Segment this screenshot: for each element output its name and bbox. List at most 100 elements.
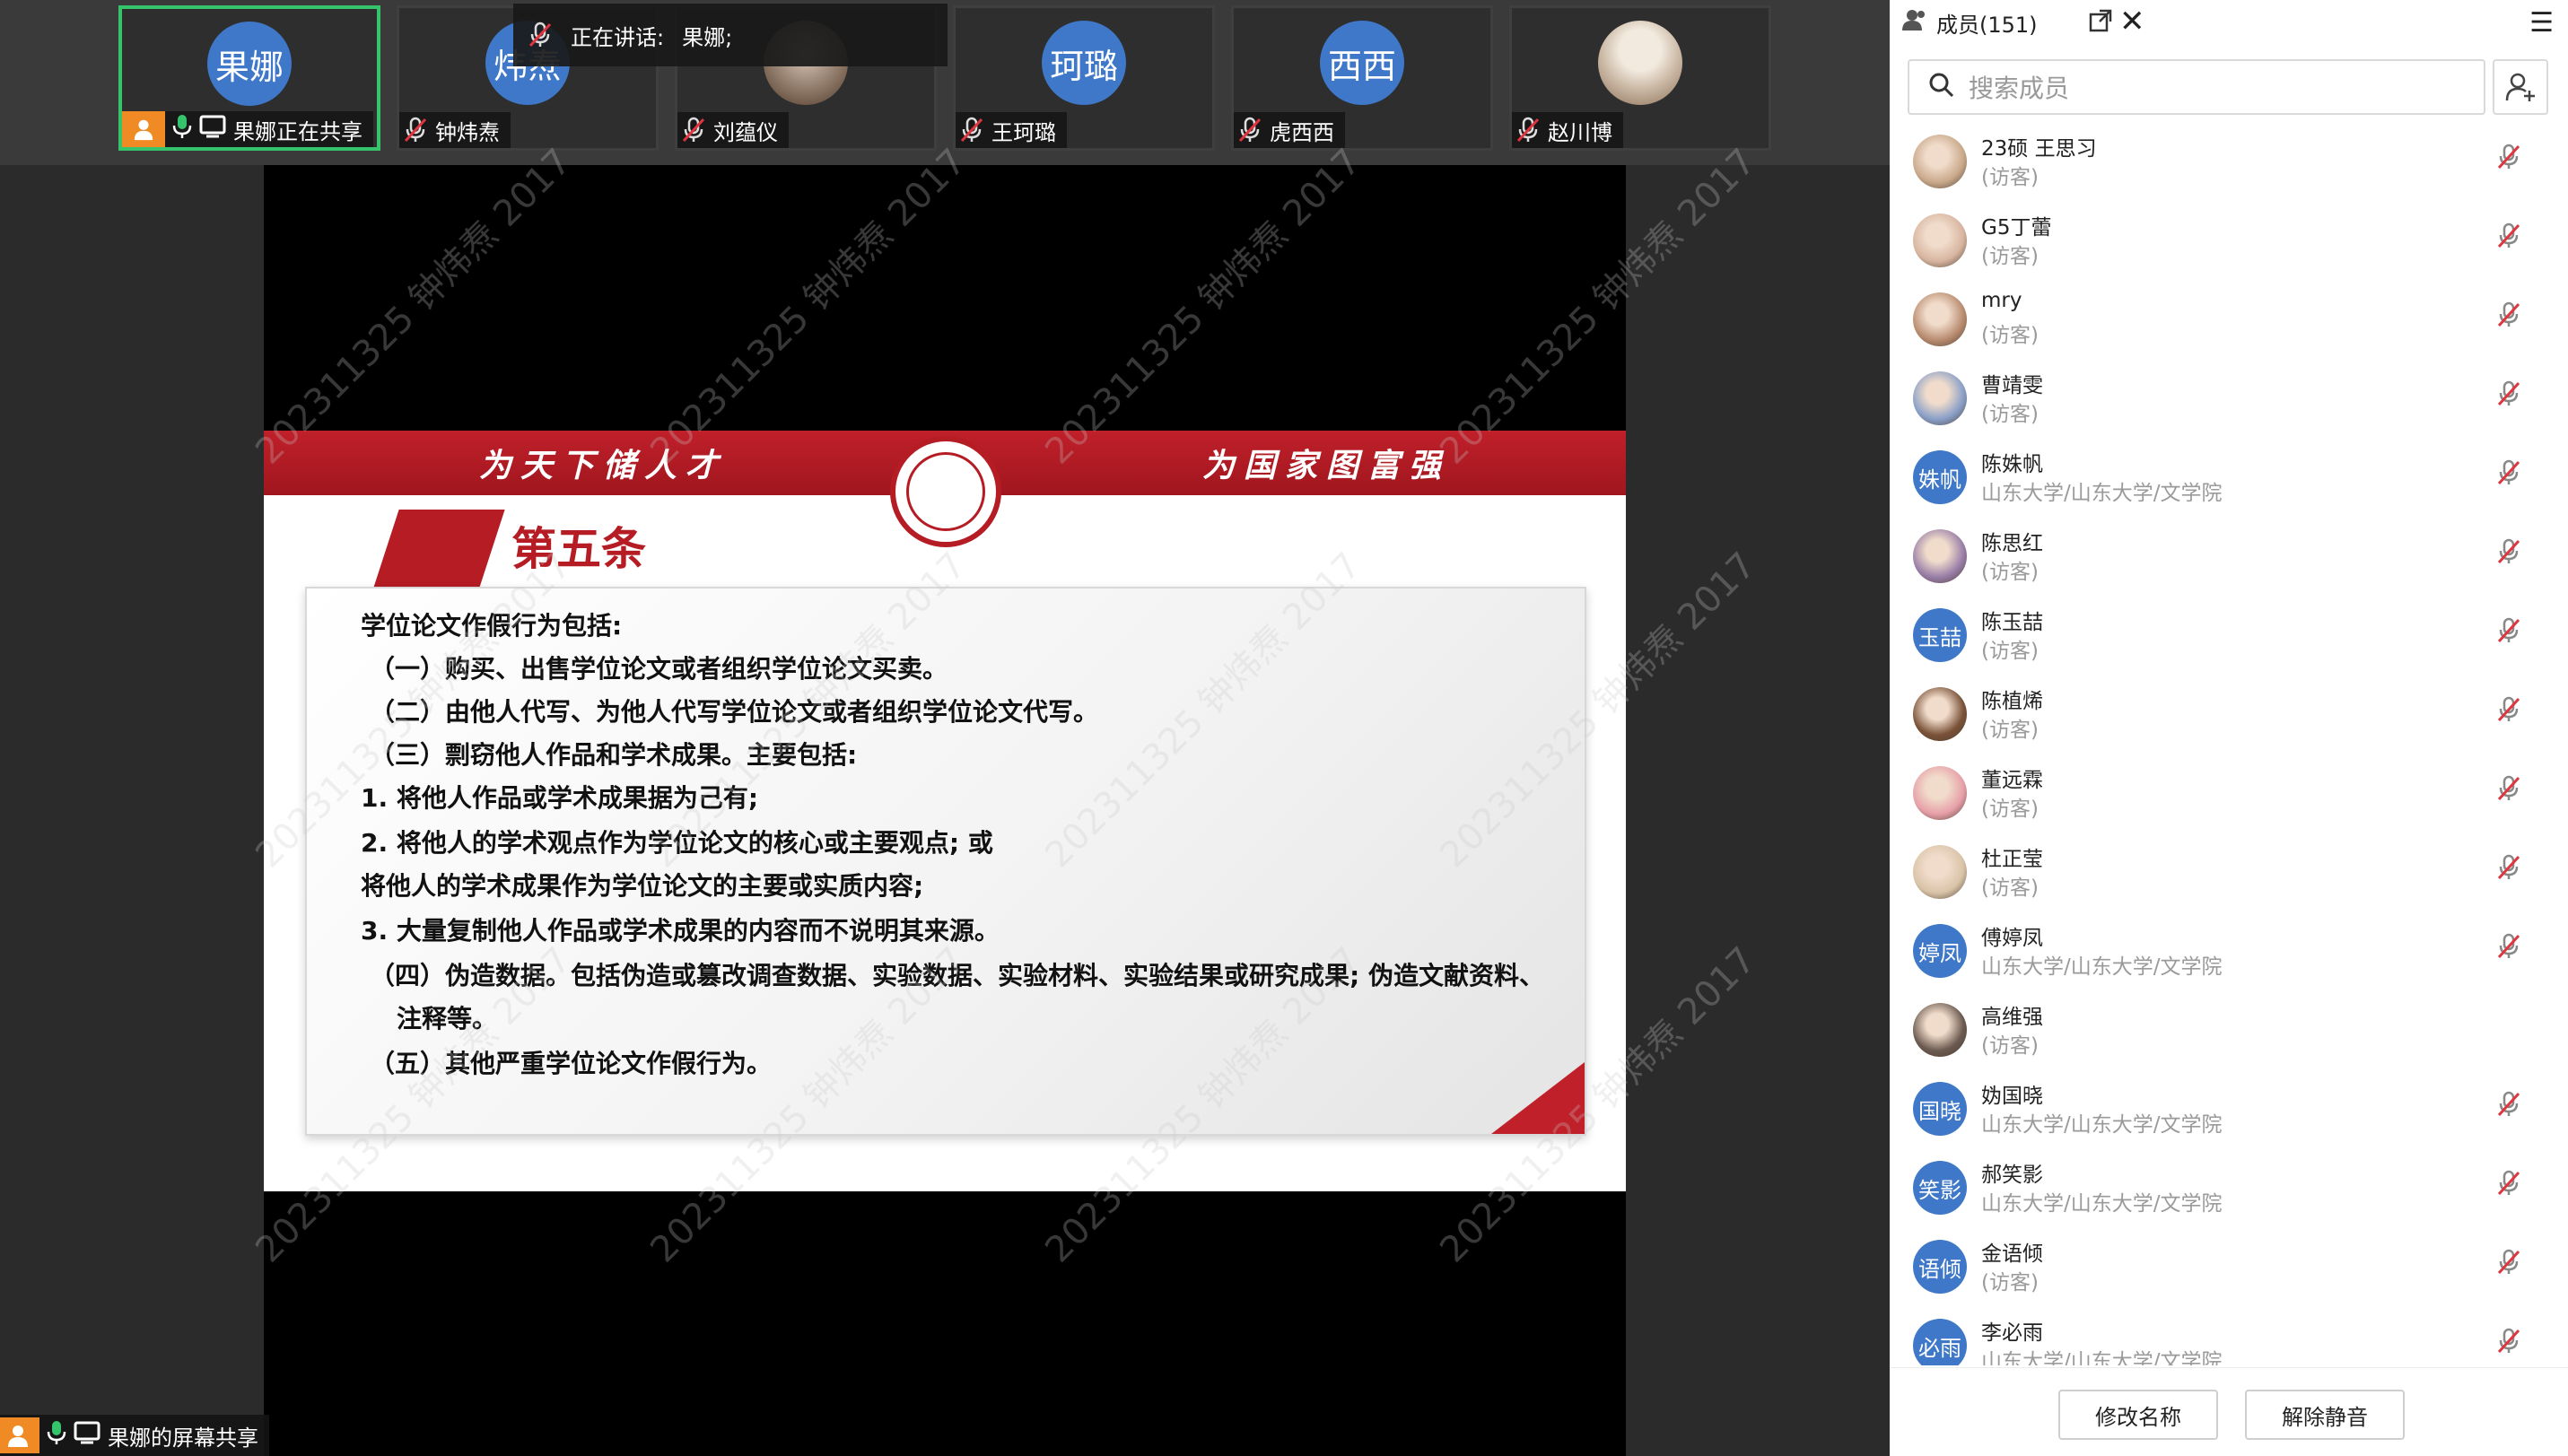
mic-muted-icon[interactable] — [2496, 1328, 2521, 1358]
participant-nameplate: 果娜正在共享 — [122, 111, 373, 147]
member-list-item[interactable]: 必雨 李必雨 山东大学/山东大学/文学院 — [1890, 1312, 2568, 1365]
members-icon — [1902, 8, 1927, 37]
add-user-icon — [2505, 73, 2535, 101]
member-list-item[interactable]: mry (访客) — [1890, 285, 2568, 364]
video-tile[interactable]: 果娜 果娜正在共享 — [118, 5, 380, 151]
member-name: 陈姝帆 — [1981, 453, 2043, 476]
close-icon[interactable]: ✕ — [2119, 4, 2145, 39]
speaking-indicator: 正在讲话: 果娜; — [513, 4, 948, 66]
member-list-item[interactable]: 国晓 妫国晓 山东大学/山东大学/文学院 — [1890, 1075, 2568, 1154]
mic-muted-icon[interactable] — [2496, 538, 2521, 569]
panel-title: 成员(151) — [1936, 12, 2038, 38]
member-list-item[interactable]: 笑影 郝笑影 山东大学/山东大学/文学院 — [1890, 1154, 2568, 1233]
member-name: 曹靖雯 — [1981, 374, 2043, 397]
mic-muted-icon[interactable] — [2496, 854, 2521, 885]
participant-avatar: 果娜 — [207, 22, 292, 106]
member-name: 李必雨 — [1981, 1321, 2043, 1345]
member-affiliation: (访客) — [1981, 798, 2039, 821]
member-list-item[interactable]: 杜正莹 (访客) — [1890, 838, 2568, 917]
user-icon — [0, 1417, 39, 1453]
member-avatar: 姝帆 — [1913, 450, 1967, 504]
screen-share-icon — [74, 1421, 100, 1450]
slide-text-line: （五）其他严重学位论文作假行为。 — [370, 1049, 773, 1078]
menu-icon[interactable]: ☰ — [2529, 7, 2554, 39]
slide-text-line: （一）购买、出售学位论文或者组织学位论文买卖。 — [370, 654, 948, 684]
search-icon — [1927, 71, 1954, 104]
member-avatar: 国晓 — [1913, 1082, 1967, 1136]
banner-right-motto: 为国家图富强 — [1201, 447, 1450, 484]
member-avatar — [1913, 135, 1967, 188]
member-name: 郝笑影 — [1981, 1164, 2043, 1187]
add-member-button[interactable] — [2493, 59, 2548, 115]
member-list-item[interactable]: 董远霖 (访客) — [1890, 759, 2568, 838]
mic-muted-icon[interactable] — [2496, 380, 2521, 411]
participant-avatar: 珂璐 — [1042, 21, 1126, 105]
member-avatar: 语倾 — [1913, 1240, 1967, 1294]
member-affiliation: 山东大学/山东大学/文学院 — [1981, 482, 2223, 505]
mic-muted-icon[interactable] — [2496, 933, 2521, 963]
participant-nameplate: 王珂璐 — [956, 112, 1067, 148]
member-name: 妫国晓 — [1981, 1085, 2043, 1108]
member-affiliation: 山东大学/山东大学/文学院 — [1981, 955, 2223, 979]
mic-muted-icon[interactable] — [2496, 144, 2521, 174]
slide-text-line: 1. 将他人作品或学术成果据为己有; — [361, 783, 759, 813]
video-tile[interactable]: 赵川博 — [1509, 5, 1771, 151]
screenshare-label: 果娜的屏幕共享 — [0, 1415, 269, 1456]
mic-muted-icon[interactable] — [2496, 1091, 2521, 1121]
member-list-item[interactable]: 语倾 金语倾 (访客) — [1890, 1233, 2568, 1312]
rename-button[interactable]: 修改名称 — [2058, 1390, 2218, 1440]
mic-muted-icon[interactable] — [2496, 222, 2521, 253]
member-avatar — [1913, 1003, 1967, 1057]
member-list-item[interactable]: 23硕 王思习 (访客) — [1890, 127, 2568, 206]
member-list-item[interactable]: 高维强 (访客) — [1890, 996, 2568, 1075]
mic-muted-icon — [1515, 117, 1541, 144]
mic-muted-icon[interactable] — [2496, 775, 2521, 806]
member-list-item[interactable]: 陈思红 (访客) — [1890, 522, 2568, 601]
member-affiliation: (访客) — [1981, 324, 2039, 347]
slide-text-line: 2. 将他人的学术观点作为学位论文的核心或主要观点; 或 — [361, 828, 993, 858]
mic-muted-icon[interactable] — [2496, 1249, 2521, 1279]
mic-muted-icon[interactable] — [2496, 301, 2521, 332]
member-list-item[interactable]: 曹靖雯 (访客) — [1890, 364, 2568, 443]
mic-muted-icon[interactable] — [2496, 696, 2521, 727]
popout-icon[interactable] — [2089, 9, 2112, 38]
mic-muted-icon — [403, 117, 428, 144]
mic-muted-icon[interactable] — [2496, 459, 2521, 490]
member-panel: 成员(151) ✕ ☰ 搜索成员 23硕 王思习 (访客) G5丁蕾 (访客) mry (… — [1890, 0, 2568, 1456]
participant-nameplate: 刘蕴仪 — [677, 112, 789, 148]
video-tile[interactable]: 西西 虎西西 — [1231, 5, 1493, 151]
screenshare-owner: 果娜的屏幕共享 — [108, 1425, 258, 1451]
slide-text-line: （三）剽窃他人作品和学术成果。主要包括: — [370, 740, 858, 770]
member-affiliation: (访客) — [1981, 561, 2039, 584]
member-list-item[interactable]: 姝帆 陈姝帆山东大学/山东大学/文学院 — [1890, 443, 2568, 522]
meeting-app: 果娜果娜正在共享炜焘钟炜焘刘蕴仪珂璐王珂璐西西虎西西赵川博 正在讲话: 果娜; … — [0, 0, 2568, 1456]
video-tile[interactable]: 珂璐王珂璐 — [953, 5, 1215, 151]
mic-muted-icon[interactable] — [2496, 617, 2521, 648]
member-avatar: 笑影 — [1913, 1161, 1967, 1215]
search-input[interactable]: 搜索成员 — [1908, 59, 2485, 115]
panel-header: 成员(151) ✕ ☰ — [1890, 0, 2568, 45]
slide-text-line: 将他人的学术成果作为学位论文的主要或实质内容; — [361, 871, 924, 901]
member-list: 23硕 王思习 (访客) G5丁蕾 (访客) mry (访客) 曹靖雯 (访客) 姝帆 陈姝帆 山东… — [1890, 127, 2568, 1365]
participant-name: 刘蕴仪 — [713, 119, 778, 145]
member-list-item[interactable]: G5丁蕾 (访客) — [1890, 206, 2568, 285]
mic-muted-icon — [681, 117, 706, 144]
member-name: 金语倾 — [1981, 1242, 2043, 1266]
member-affiliation: (访客) — [1981, 1034, 2039, 1058]
member-avatar — [1913, 529, 1967, 583]
member-list-item[interactable]: 婷凤 傅婷凤 山东大学/山东大学/文学院 — [1890, 917, 2568, 996]
member-list-item[interactable]: 玉喆 陈玉喆 (访客) — [1890, 601, 2568, 680]
slide-text-line: 学位论文作假行为包括: — [361, 611, 623, 641]
member-list-item[interactable]: 陈植烯 (访客) — [1890, 680, 2568, 759]
mic-muted-icon[interactable] — [2496, 1170, 2521, 1200]
member-affiliation: (访客) — [1981, 1271, 2039, 1295]
speaking-label: 正在讲话: — [571, 24, 665, 50]
member-avatar — [1913, 766, 1967, 820]
unmute-button[interactable]: 解除静音 — [2245, 1390, 2405, 1440]
member-avatar: 必雨 — [1913, 1319, 1967, 1365]
member-name: 董远霖 — [1981, 769, 2043, 792]
speaking-name: 果娜; — [682, 24, 733, 50]
search-placeholder: 搜索成员 — [1969, 74, 2070, 103]
presentation-slide: 为天下储人才 为国家图富强 第五条 学位论文作假行为包括: （一）购买、出售学位论… — [264, 431, 1626, 1191]
member-name: 高维强 — [1981, 1006, 2043, 1029]
